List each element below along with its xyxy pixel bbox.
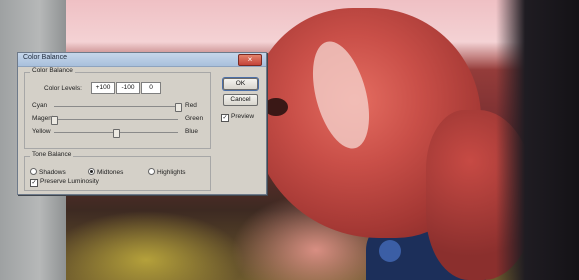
- slider-track-cyan-red[interactable]: [54, 106, 178, 107]
- checkbox-icon: ✓: [30, 179, 38, 187]
- cancel-button[interactable]: Cancel: [223, 94, 258, 106]
- preserve-luminosity-label: Preserve Luminosity: [40, 178, 99, 185]
- level-input-yellow-blue[interactable]: 0: [141, 82, 161, 94]
- color-balance-dialog: Color Balance × Color Balance Color Leve…: [17, 52, 267, 195]
- slider-thumb-yellow-blue[interactable]: [113, 129, 120, 138]
- tone-balance-group-label: Tone Balance: [30, 151, 74, 158]
- level-input-cyan-red[interactable]: +100: [91, 82, 115, 94]
- slider-label-red: Red: [185, 102, 197, 109]
- radio-highlights-label: Highlights: [157, 169, 186, 176]
- slider-label-blue: Blue: [185, 128, 199, 135]
- color-balance-group-label: Color Balance: [30, 67, 75, 74]
- slider-label-cyan: Cyan: [32, 102, 48, 109]
- color-balance-group: Color Balance Color Levels: +100 -100 0 …: [24, 67, 211, 149]
- ok-button[interactable]: OK: [223, 78, 258, 90]
- close-button[interactable]: ×: [238, 54, 262, 66]
- radio-highlights[interactable]: Highlights: [148, 168, 186, 176]
- slider-label-green: Green: [185, 115, 204, 122]
- preview-label: Preview: [231, 113, 255, 120]
- radio-midtones[interactable]: Midtones: [88, 168, 123, 176]
- slider-track-magenta-green[interactable]: [54, 119, 178, 120]
- photo-car-window: [496, 0, 579, 280]
- radio-dot-icon: [88, 168, 95, 175]
- preview-checkbox[interactable]: ✓ Preview: [221, 113, 254, 122]
- photo-car-light: [379, 240, 401, 262]
- preserve-luminosity-checkbox[interactable]: ✓ Preserve Luminosity: [30, 178, 99, 187]
- slider-label-yellow: Yellow: [32, 128, 51, 135]
- slider-thumb-cyan-red[interactable]: [175, 103, 182, 112]
- level-input-magenta-green[interactable]: -100: [116, 82, 140, 94]
- close-icon: ×: [247, 55, 253, 64]
- radio-shadows-label: Shadows: [39, 169, 66, 176]
- dialog-title: Color Balance: [23, 54, 67, 61]
- radio-midtones-label: Midtones: [97, 169, 124, 176]
- tone-balance-group: Tone Balance Shadows Midtones Highlights…: [24, 151, 211, 191]
- radio-shadows[interactable]: Shadows: [30, 168, 66, 176]
- radio-dot-icon: [30, 168, 37, 175]
- photo-dog-nose: [264, 98, 288, 116]
- dialog-titlebar[interactable]: Color Balance ×: [18, 53, 266, 67]
- color-levels-label: Color Levels:: [44, 85, 82, 92]
- radio-dot-icon: [148, 168, 155, 175]
- checkbox-icon: ✓: [221, 114, 229, 122]
- slider-thumb-magenta-green[interactable]: [51, 116, 58, 125]
